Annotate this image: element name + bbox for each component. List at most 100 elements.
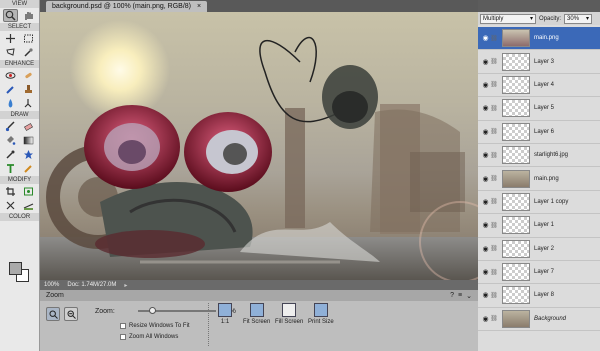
hand-tool-icon[interactable] bbox=[21, 9, 36, 22]
link-icon[interactable]: ⛓ bbox=[490, 175, 498, 182]
print-size-button[interactable]: Print Size bbox=[308, 303, 334, 325]
image-canvas[interactable] bbox=[40, 12, 478, 280]
zoom-slider-knob[interactable] bbox=[148, 307, 156, 314]
layer-thumbnail bbox=[502, 99, 530, 118]
fill-screen-button[interactable]: Fill Screen bbox=[275, 303, 303, 325]
visibility-eye-icon[interactable]: ◉ bbox=[481, 268, 490, 276]
eraser-tool-icon[interactable] bbox=[21, 120, 36, 133]
blur-tool-icon[interactable] bbox=[3, 97, 18, 110]
visibility-eye-icon[interactable]: ◉ bbox=[481, 221, 490, 229]
lasso-tool-icon[interactable] bbox=[3, 46, 18, 59]
visibility-eye-icon[interactable]: ◉ bbox=[481, 58, 490, 66]
link-icon[interactable]: ⛓ bbox=[490, 222, 498, 229]
layer-row[interactable]: ◉ ⛓ Layer 8 bbox=[478, 284, 600, 308]
layer-row[interactable]: ◉ ⛓ Layer 4 bbox=[478, 74, 600, 98]
visibility-eye-icon[interactable]: ◉ bbox=[481, 151, 490, 159]
layer-row[interactable]: ◉ ⛓ main.png bbox=[478, 27, 600, 51]
close-icon[interactable]: × bbox=[197, 1, 201, 12]
foreground-color-swatch[interactable] bbox=[9, 262, 22, 275]
layer-thumbnail bbox=[502, 29, 530, 48]
layer-thumbnail bbox=[502, 216, 530, 235]
red-eye-tool-icon[interactable] bbox=[3, 69, 18, 82]
layer-row[interactable]: ◉ ⛓ Layer 6 bbox=[478, 121, 600, 144]
zoom-all-windows-checkbox[interactable]: Zoom All Windows bbox=[120, 334, 178, 340]
opacity-field[interactable]: 30% ▾ bbox=[564, 13, 593, 24]
visibility-eye-icon[interactable]: ◉ bbox=[481, 245, 490, 253]
eyedropper-tool-icon[interactable] bbox=[3, 148, 18, 161]
visibility-eye-icon[interactable]: ◉ bbox=[481, 291, 490, 299]
layer-row[interactable]: ◉ ⛓ starlight6.jpg bbox=[478, 144, 600, 168]
layer-name: Layer 1 copy bbox=[534, 198, 569, 205]
collapse-icon[interactable]: ⌄ bbox=[466, 292, 472, 300]
zoom-out-icon[interactable] bbox=[64, 307, 78, 321]
custom-shape-tool-icon[interactable] bbox=[21, 148, 36, 161]
zoom-in-icon[interactable] bbox=[46, 307, 60, 321]
link-icon[interactable]: ⛓ bbox=[490, 269, 498, 276]
visibility-eye-icon[interactable]: ◉ bbox=[481, 198, 490, 206]
crop-tool-icon[interactable] bbox=[3, 185, 18, 198]
layer-row[interactable]: ◉ ⛓ Layer 2 bbox=[478, 238, 600, 261]
document-tab[interactable]: background.psd @ 100% (main.png, RGB/8) … bbox=[46, 1, 208, 12]
tool-options-header: Zoom ? ≡ ⌄ bbox=[40, 290, 478, 301]
layer-row[interactable]: ◉ ⛓ Layer 7 bbox=[478, 261, 600, 285]
opacity-value: 30% bbox=[567, 15, 580, 22]
content-aware-move-tool-icon[interactable] bbox=[3, 199, 18, 212]
fit-screen-button[interactable]: Fit Screen bbox=[243, 303, 270, 325]
blend-mode-select[interactable]: Multiply ▾ bbox=[480, 13, 536, 24]
section-view: VIEW bbox=[0, 0, 39, 8]
link-icon[interactable]: ⛓ bbox=[490, 292, 498, 299]
layer-row[interactable]: ◉ ⛓ Layer 1 bbox=[478, 214, 600, 238]
zoom-tool-icon[interactable] bbox=[3, 8, 19, 22]
help-icon[interactable]: ? bbox=[450, 292, 454, 300]
link-icon[interactable]: ⛓ bbox=[490, 128, 498, 135]
menu-icon[interactable]: ≡ bbox=[458, 292, 462, 300]
clone-stamp-tool-icon[interactable] bbox=[21, 83, 36, 96]
type-tool-icon[interactable] bbox=[3, 162, 18, 175]
status-doc-size: Doc: 1.74M/27.0M bbox=[67, 282, 117, 288]
link-icon[interactable]: ⛓ bbox=[490, 35, 498, 42]
spot-healing-tool-icon[interactable] bbox=[21, 69, 36, 82]
visibility-eye-icon[interactable]: ◉ bbox=[481, 104, 490, 112]
link-icon[interactable]: ⛓ bbox=[490, 81, 498, 88]
move-tool-icon[interactable] bbox=[3, 32, 18, 45]
straighten-tool-icon[interactable] bbox=[21, 199, 36, 212]
visibility-eye-icon[interactable]: ◉ bbox=[481, 315, 490, 323]
layer-name: Layer 6 bbox=[534, 128, 555, 135]
zoom-slider[interactable] bbox=[138, 307, 216, 314]
gradient-tool-icon[interactable] bbox=[21, 134, 36, 147]
paint-bucket-tool-icon[interactable] bbox=[3, 134, 18, 147]
color-swatches[interactable] bbox=[9, 262, 29, 282]
link-icon[interactable]: ⛓ bbox=[490, 198, 498, 205]
sponge-tool-icon[interactable] bbox=[21, 97, 36, 110]
layer-row[interactable]: ◉ ⛓ Layer 1 copy bbox=[478, 191, 600, 215]
visibility-eye-icon[interactable]: ◉ bbox=[481, 81, 490, 89]
layer-thumbnail bbox=[502, 239, 530, 258]
visibility-eye-icon[interactable]: ◉ bbox=[481, 128, 490, 136]
link-icon[interactable]: ⛓ bbox=[490, 315, 498, 322]
layer-row[interactable]: ◉ ⛓ Background bbox=[478, 308, 600, 332]
visibility-eye-icon[interactable]: ◉ bbox=[481, 34, 490, 42]
status-zoom: 100% bbox=[44, 282, 60, 288]
visibility-eye-icon[interactable]: ◉ bbox=[481, 175, 490, 183]
resize-windows-checkbox[interactable]: Resize Windows To Fit bbox=[120, 323, 190, 329]
layer-name: starlight6.jpg bbox=[534, 152, 569, 159]
view-1-1-button[interactable]: 1:1 bbox=[218, 303, 232, 325]
marquee-tool-icon[interactable] bbox=[21, 32, 36, 45]
pencil-tool-icon[interactable] bbox=[21, 162, 36, 175]
link-icon[interactable]: ⛓ bbox=[490, 245, 498, 252]
quick-selection-tool-icon[interactable] bbox=[21, 46, 36, 59]
smart-brush-tool-icon[interactable] bbox=[3, 83, 18, 96]
layer-row[interactable]: ◉ ⛓ Layer 3 bbox=[478, 50, 600, 74]
chevron-right-icon[interactable]: ▸ bbox=[120, 282, 131, 289]
fit-screen-icon bbox=[249, 303, 264, 317]
layer-thumbnail bbox=[502, 309, 530, 328]
recompose-tool-icon[interactable] bbox=[21, 185, 36, 198]
layer-name: Layer 7 bbox=[534, 269, 555, 276]
brush-tool-icon[interactable] bbox=[3, 120, 18, 133]
document-area: background.psd @ 100% (main.png, RGB/8) … bbox=[40, 0, 478, 290]
link-icon[interactable]: ⛓ bbox=[490, 105, 498, 112]
layer-row[interactable]: ◉ ⛓ Layer 5 bbox=[478, 97, 600, 121]
link-icon[interactable]: ⛓ bbox=[490, 58, 498, 65]
link-icon[interactable]: ⛓ bbox=[490, 152, 498, 159]
layer-row[interactable]: ◉ ⛓ main.png bbox=[478, 167, 600, 191]
